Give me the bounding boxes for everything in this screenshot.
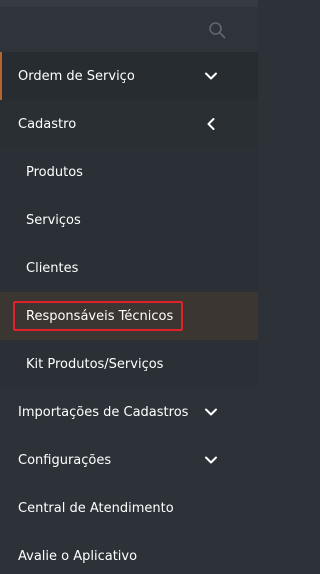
menu-item-central-de-atendimento[interactable]: Central de Atendimento [0, 484, 258, 532]
chevron-down-icon[interactable] [204, 405, 218, 419]
menu-item-label: Importações de Cadastros [18, 404, 189, 420]
submenu-item-label: Clientes [26, 260, 79, 276]
submenu-item-responsaveis-tecnicos[interactable]: Responsáveis Técnicos [0, 292, 258, 340]
submenu-item-clientes[interactable]: Clientes [0, 244, 258, 292]
menu-item-configuracoes[interactable]: Configurações [0, 436, 258, 484]
submenu-item-label: Responsáveis Técnicos [26, 308, 174, 324]
menu-item-cadastro[interactable]: Cadastro [0, 100, 258, 148]
submenu-item-label: Serviços [26, 212, 81, 228]
submenu-item-servicos[interactable]: Serviços [0, 196, 258, 244]
search-area [0, 7, 258, 52]
chevron-down-icon[interactable] [204, 453, 218, 467]
menu-item-label: Cadastro [18, 116, 77, 132]
submenu-item-produtos[interactable]: Produtos [0, 148, 258, 196]
menu-item-label: Central de Atendimento [18, 500, 174, 516]
menu-item-avalie-o-aplicativo[interactable]: Avalie o Aplicativo [0, 532, 258, 574]
submenu-item-label: Produtos [26, 164, 83, 180]
chevron-down-icon[interactable] [204, 69, 218, 83]
sidebar-top-strip [0, 0, 258, 7]
submenu-item-label: Kit Produtos/Serviços [26, 356, 164, 372]
sidebar-menu: Ordem de Serviço Cadastro Produtos Servi… [0, 52, 258, 574]
menu-item-importacoes-de-cadastros[interactable]: Importações de Cadastros [0, 388, 258, 436]
menu-item-label: Ordem de Serviço [18, 68, 135, 84]
sidebar: Ordem de Serviço Cadastro Produtos Servi… [0, 0, 258, 574]
submenu-item-kit-produtos-servicos[interactable]: Kit Produtos/Serviços [0, 340, 258, 388]
menu-item-ordem-de-servico[interactable]: Ordem de Serviço [0, 52, 258, 100]
menu-item-label: Configurações [18, 452, 112, 468]
chevron-left-icon[interactable] [204, 117, 218, 131]
menu-item-label: Avalie o Aplicativo [18, 548, 138, 564]
search-icon[interactable] [208, 21, 226, 39]
